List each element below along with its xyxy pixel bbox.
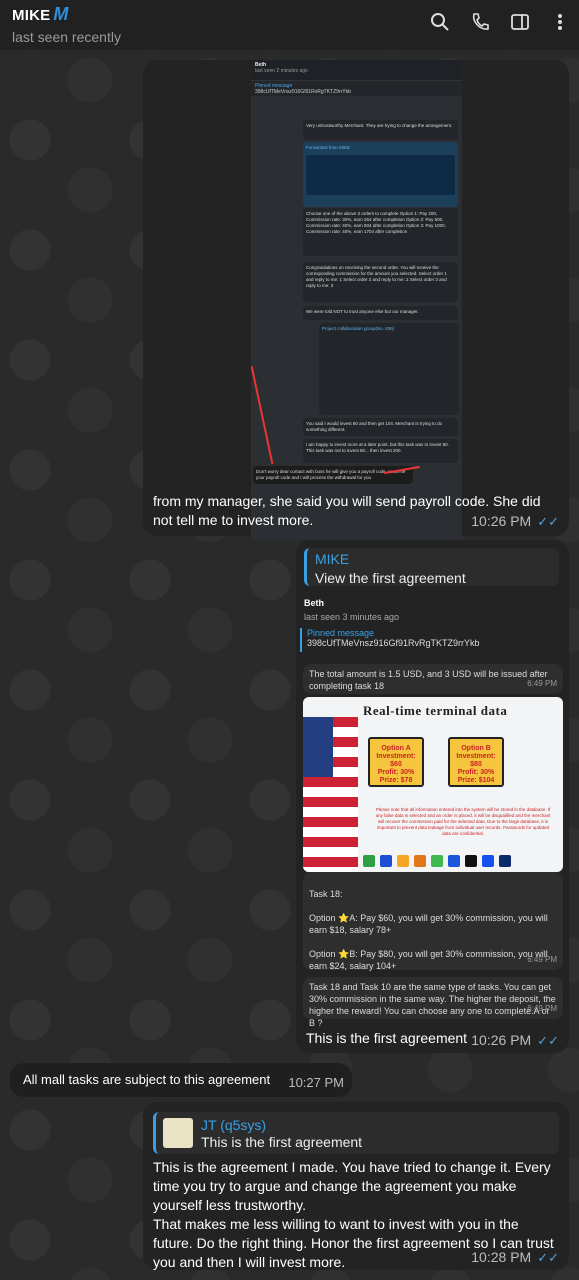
search-icon[interactable] (429, 12, 451, 34)
message-time: 10:28 PM ✓✓ (471, 1249, 559, 1265)
leaf-icon (431, 855, 443, 867)
outgoing-message-screenshot[interactable]: Beth last seen 2 minutes ago Pinned mess… (143, 60, 569, 540)
shield-icon (448, 855, 460, 867)
outgoing-message-agreement[interactable]: MIKE View the first agreement Beth last … (296, 540, 569, 1053)
inner-message-task: Task 18: Option ⭐A: Pay $60, you will ge… (303, 872, 563, 995)
screenshot-project-group: Project collaboration group(No. 836) (319, 323, 459, 415)
inner-message-same: Task 18 and Task 10 are the same type of… (303, 977, 563, 1028)
embedded-screenshot[interactable]: Beth last seen 3 minutes ago Pinned mess… (296, 592, 569, 1062)
poster-title: Real-time terminal data (363, 703, 508, 718)
double-check-icon: ✓✓ (537, 514, 559, 529)
reply-thumbnail (163, 1118, 193, 1148)
screenshot-happy: I am happy to invest more at a later poi… (303, 439, 458, 463)
terminal-data-poster: Real-time terminal data Option A Investm… (303, 697, 563, 872)
screenshot-congrats: Congratulations on receiving the second … (303, 262, 458, 302)
inner-contact-status: last seen 3 minutes ago (304, 612, 400, 622)
option-b-card: Option B Investment: $80 Profit: 30% Pri… (448, 737, 504, 787)
screenshot-pinned: Pinned message 398cUfTMeVnsz916Gf91RvRgT… (251, 80, 462, 96)
message-time: 10:26 PM ✓✓ (471, 513, 559, 529)
screenshot-bottom: Don't worry dear contact with boss he wi… (253, 466, 413, 484)
red-arrow-icon (251, 365, 274, 465)
sidebar-icon[interactable] (509, 12, 531, 34)
dark-app-icon (465, 855, 477, 867)
more-icon[interactable] (549, 12, 571, 34)
double-check-icon: ✓✓ (537, 1033, 559, 1048)
poster-note: Please note that all information entered… (375, 807, 551, 836)
metamask-icon (414, 855, 426, 867)
option-a-card: Option A Investment: $60 Profit: 30% Pri… (368, 737, 424, 787)
crypto-com-icon (499, 855, 511, 867)
message-time: 10:27 PM (288, 1075, 344, 1090)
incoming-message[interactable]: All mall tasks are subject to this agree… (10, 1063, 352, 1097)
cash-app-icon (363, 855, 375, 867)
phone-icon[interactable] (469, 12, 491, 34)
screenshot-options: Choose one of the above 3 orders to comp… (303, 208, 458, 256)
embedded-screenshot[interactable]: Beth last seen 2 minutes ago Pinned mess… (251, 60, 462, 540)
chat-header: MIKE M last seen recently (0, 0, 579, 50)
paypal-icon (380, 855, 392, 867)
inner-message-total: The total amount is 1.5 USD, and 3 USD w… (303, 664, 563, 694)
message-text: This is the first agreement (306, 1030, 468, 1046)
reply-quote[interactable]: MIKE View the first agreement (304, 548, 559, 586)
screenshot-header: Beth last seen 2 minutes ago (251, 60, 462, 80)
inner-pinned-message: Pinned message 398cUfTMeVnsz916Gf91RvRgT… (300, 628, 565, 652)
reply-quote[interactable]: JT (q5sys) This is the first agreement (153, 1112, 559, 1154)
message-text: All mall tasks are subject to this agree… (23, 1072, 271, 1087)
contact-emoji-badge: M (53, 4, 69, 24)
screenshot-told: We were told NOT to trust anyone else bu… (303, 306, 458, 320)
message-time: 10:26 PM ✓✓ (471, 1032, 559, 1048)
coinbase-icon (482, 855, 494, 867)
flag-image (303, 717, 358, 872)
payment-icons (363, 855, 511, 867)
outgoing-message-reply[interactable]: JT (q5sys) This is the first agreement T… (143, 1102, 569, 1270)
inner-contact-name: Beth (304, 598, 324, 608)
bitcoin-icon (397, 855, 409, 867)
screenshot-forwarded: Forwarded from MIKE (303, 142, 458, 207)
double-check-icon: ✓✓ (537, 1250, 559, 1265)
screenshot-msg: Very untrustworthy Merchant. They are tr… (303, 120, 458, 140)
screenshot-said: You said I would invest 80 and then get … (303, 418, 458, 436)
